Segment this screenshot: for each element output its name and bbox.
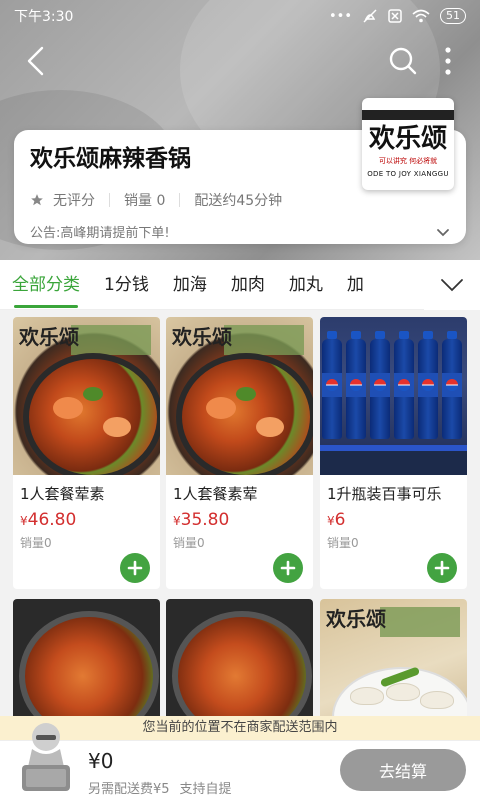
- plus-icon: [280, 560, 296, 576]
- logo-slogan: 可以讲究 何必将就: [378, 157, 438, 165]
- rating-text: 无评分: [53, 193, 95, 209]
- shop-logo: 欢乐颂 可以讲究 何必将就 ODE TO JOY XIANGGU: [362, 98, 454, 190]
- product-card[interactable]: 1升瓶装百事可乐 ¥6 销量0: [320, 317, 467, 589]
- delivery-fee: 另需配送费¥5: [88, 782, 170, 797]
- product-image-pepsi-bottles: [320, 317, 467, 475]
- product-sales: 销量0: [20, 536, 52, 550]
- tab-add-seafood[interactable]: 加海: [161, 260, 219, 310]
- image-logo-text: 欢乐颂: [326, 607, 386, 631]
- product-price: ¥46.80: [20, 510, 77, 530]
- battery-icon: 51: [440, 8, 466, 24]
- top-navigation: [0, 40, 480, 84]
- expand-tabs-button[interactable]: [424, 260, 480, 310]
- more-vertical-icon: [445, 47, 451, 75]
- cart-total: ¥0: [88, 749, 114, 773]
- shop-meta: 无评分 销量 0 配送约45分钟: [30, 190, 450, 210]
- add-to-cart-button[interactable]: [120, 553, 150, 583]
- self-pickup: 支持自提: [179, 782, 232, 797]
- add-to-cart-button[interactable]: [273, 553, 303, 583]
- logo-band: [362, 110, 454, 120]
- chevron-down-icon: [441, 279, 463, 292]
- checkout-button[interactable]: 去结算: [340, 749, 466, 791]
- product-card[interactable]: [13, 599, 160, 732]
- tab-add-more[interactable]: 加: [335, 260, 376, 310]
- chevron-down-icon: [437, 228, 449, 236]
- product-card[interactable]: 欢乐颂 1人套餐素荤 ¥35.80 销量0: [166, 317, 313, 589]
- product-image-spicy-pot: 欢乐颂: [166, 317, 313, 475]
- product-name: 1人套餐素荤: [173, 485, 258, 503]
- notice-text: 公告:高峰期请提前下单!: [30, 226, 170, 241]
- back-button[interactable]: [20, 44, 54, 78]
- product-card[interactable]: [166, 599, 313, 732]
- product-image-dumplings: 欢乐颂: [320, 599, 467, 732]
- status-icons: ••• 51: [329, 8, 466, 24]
- mute-icon: [363, 9, 377, 23]
- tab-one-cent[interactable]: 1分钱: [92, 260, 161, 310]
- more-options-button[interactable]: [436, 44, 460, 78]
- shop-notice[interactable]: 公告:高峰期请提前下单!: [30, 222, 450, 241]
- product-sales: 销量0: [327, 536, 359, 550]
- delivery-time: 配送约45分钟: [194, 193, 283, 209]
- tab-add-balls[interactable]: 加丸: [277, 260, 335, 310]
- image-logo-text: 欢乐颂: [172, 325, 232, 349]
- star-icon: [31, 194, 43, 206]
- divider: [179, 193, 181, 207]
- cart-bar: ¥0 另需配送费¥5 支持自提 去结算: [0, 723, 480, 800]
- tab-add-meat[interactable]: 加肉: [219, 260, 277, 310]
- category-tabs: 全部分类 1分钱 加海 加肉 加丸 加: [0, 260, 480, 310]
- product-name: 1人套餐荤素: [20, 485, 105, 503]
- product-image-spicy-pot: 欢乐颂: [13, 317, 160, 475]
- divider: [109, 193, 110, 207]
- search-button[interactable]: [386, 44, 420, 78]
- cart-icon: [22, 723, 70, 791]
- logo-text: 欢乐颂: [368, 124, 447, 154]
- add-to-cart-button[interactable]: [427, 553, 457, 583]
- wifi-icon: [412, 9, 430, 23]
- image-logo-text: 欢乐颂: [19, 325, 79, 349]
- product-image-spicy-pot: [166, 599, 313, 732]
- plus-icon: [127, 560, 143, 576]
- product-image-spicy-pot: [13, 599, 160, 732]
- logo-english: ODE TO JOY XIANGGU: [367, 170, 449, 178]
- chevron-left-icon: [27, 46, 44, 76]
- product-grid: 欢乐颂 1人套餐荤素 ¥46.80 销量0 欢乐颂 1人套餐素荤 ¥35.80 …: [0, 312, 480, 732]
- sim-icon: [388, 9, 402, 23]
- sales-count: 销量 0: [124, 193, 166, 209]
- dots-icon: •••: [328, 8, 352, 24]
- delivery-fee-info: 另需配送费¥5 支持自提: [88, 778, 232, 797]
- cart-button[interactable]: [14, 715, 78, 797]
- status-bar: 下午3:30 ••• 51: [0, 0, 480, 32]
- product-card[interactable]: 欢乐颂: [320, 599, 467, 732]
- search-icon: [389, 47, 417, 75]
- status-time: 下午3:30: [14, 9, 74, 25]
- product-sales: 销量0: [173, 536, 205, 550]
- product-name: 1升瓶装百事可乐: [327, 485, 442, 503]
- plus-icon: [434, 560, 450, 576]
- product-price: ¥6: [327, 510, 346, 530]
- product-price: ¥35.80: [173, 510, 230, 530]
- product-card[interactable]: 欢乐颂 1人套餐荤素 ¥46.80 销量0: [13, 317, 160, 589]
- tab-all-categories[interactable]: 全部分类: [0, 260, 92, 310]
